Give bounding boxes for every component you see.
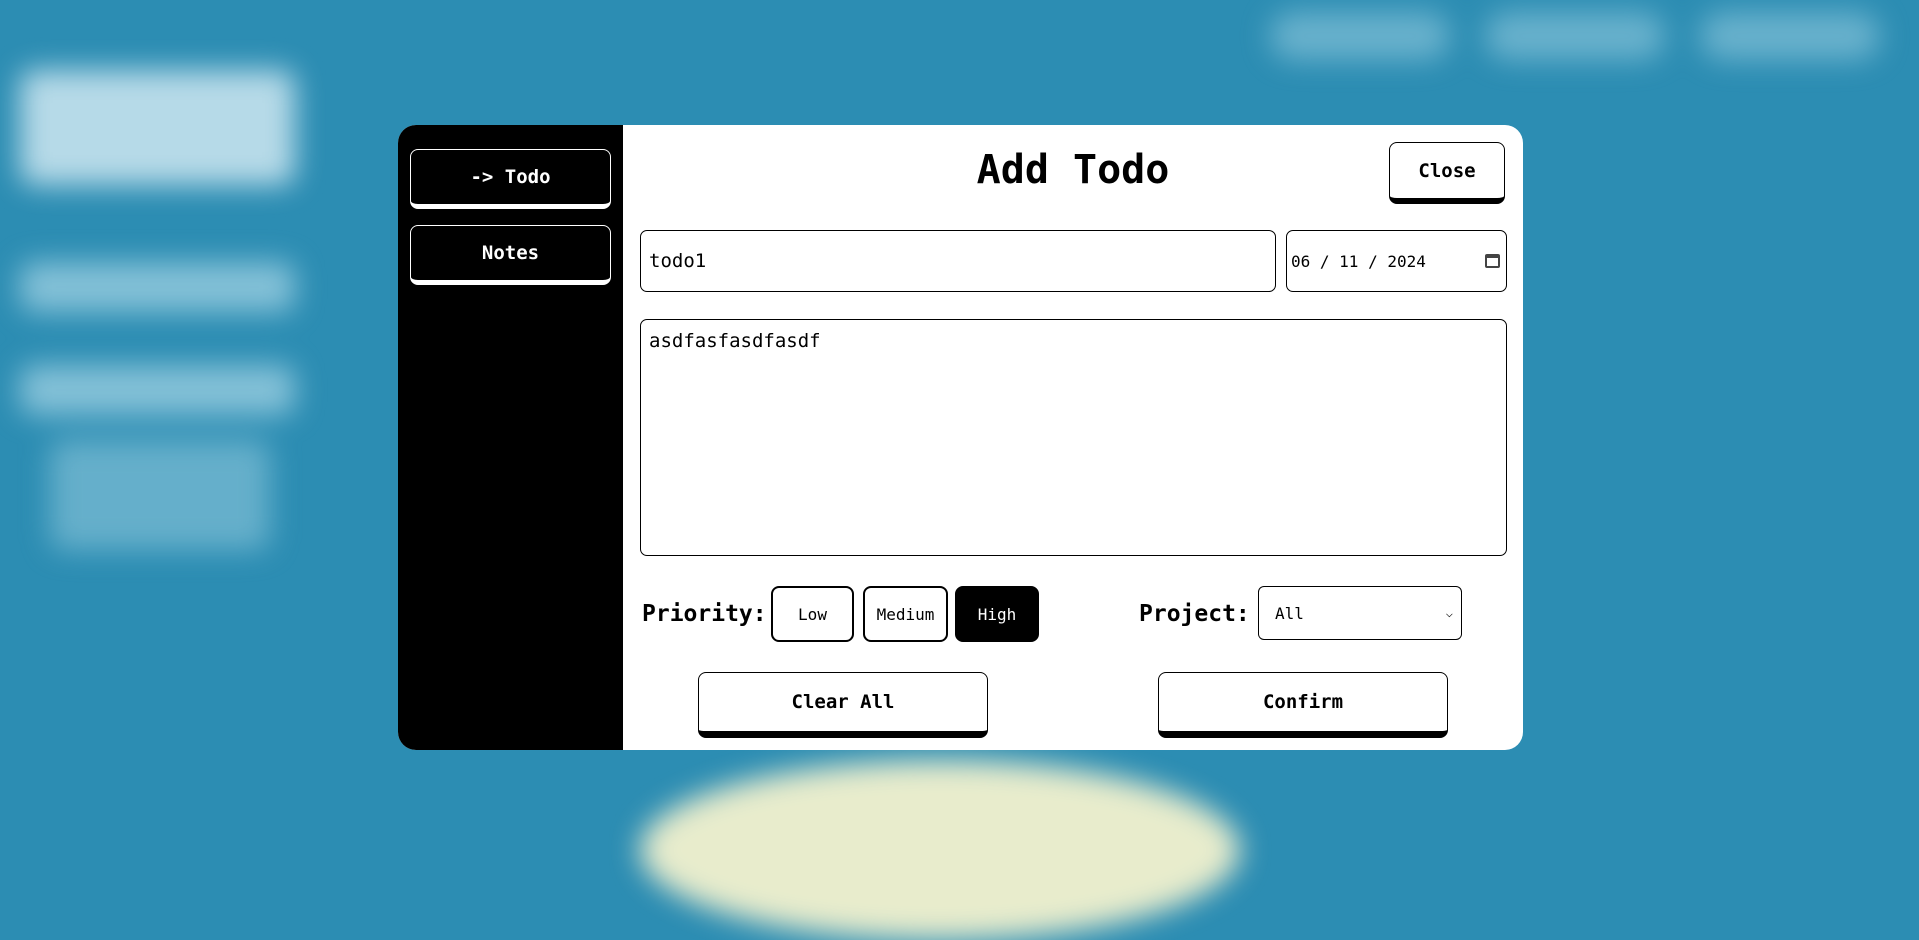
add-todo-modal: -> Todo Notes Add Todo Close todo1 06 / … <box>398 125 1523 750</box>
modal-sidebar: -> Todo Notes <box>398 125 623 750</box>
project-label: Project: <box>1139 601 1250 627</box>
clear-all-button[interactable]: Clear All <box>698 672 988 738</box>
background-nav-button <box>1485 12 1665 60</box>
priority-high-button[interactable]: High <box>955 586 1039 642</box>
close-button[interactable]: Close <box>1389 142 1505 204</box>
sidebar-item-notes[interactable]: Notes <box>410 225 611 285</box>
priority-medium-button[interactable]: Medium <box>863 586 948 642</box>
todo-name-input[interactable]: todo1 <box>640 230 1276 292</box>
modal-main: Add Todo Close todo1 06 / 11 / 2024 asdf… <box>623 125 1523 750</box>
sidebar-item-todo[interactable]: -> Todo <box>410 149 611 209</box>
background-bar <box>20 262 295 312</box>
confirm-button[interactable]: Confirm <box>1158 672 1448 738</box>
background-nav-button <box>1270 12 1450 60</box>
project-selected-value: All <box>1275 603 1304 623</box>
priority-label: Priority: <box>642 601 767 627</box>
chevron-down-icon: ⌵ <box>1445 606 1453 620</box>
modal-title: Add Todo <box>976 147 1170 193</box>
background-nav-button <box>1700 12 1880 60</box>
background-list <box>50 440 270 550</box>
project-select[interactable]: All ⌵ <box>1258 586 1462 640</box>
calendar-icon[interactable] <box>1485 254 1500 268</box>
description-textarea[interactable]: asdfasfasdfasdf <box>640 319 1507 556</box>
background-cloud <box>640 760 1240 940</box>
priority-low-button[interactable]: Low <box>771 586 854 642</box>
background-bar <box>20 365 295 415</box>
background-card <box>20 70 295 185</box>
date-input[interactable]: 06 / 11 / 2024 <box>1286 230 1507 292</box>
date-value: 06 / 11 / 2024 <box>1291 251 1426 271</box>
